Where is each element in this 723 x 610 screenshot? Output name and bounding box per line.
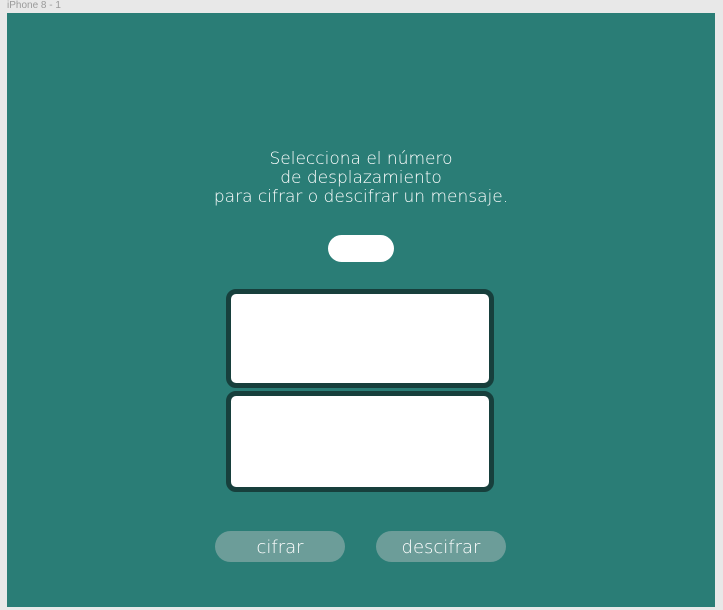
instructions-text: Selecciona el número de desplazamiento p… xyxy=(7,150,715,207)
descifrar-button[interactable]: descifrar xyxy=(376,531,506,562)
instructions-line-3: para cifrar o descifrar un mensaje. xyxy=(213,187,509,207)
shift-number-input[interactable] xyxy=(328,235,394,262)
app-screen: Selecciona el número de desplazamiento p… xyxy=(7,13,715,607)
message-output-box[interactable] xyxy=(226,391,494,492)
cifrar-button[interactable]: cifrar xyxy=(215,531,345,562)
message-input-box[interactable] xyxy=(226,289,494,388)
instructions-line-1: Selecciona el número xyxy=(269,149,453,169)
instructions-line-2: de desplazamiento xyxy=(280,168,442,188)
artboard-label: iPhone 8 - 1 xyxy=(7,0,61,11)
